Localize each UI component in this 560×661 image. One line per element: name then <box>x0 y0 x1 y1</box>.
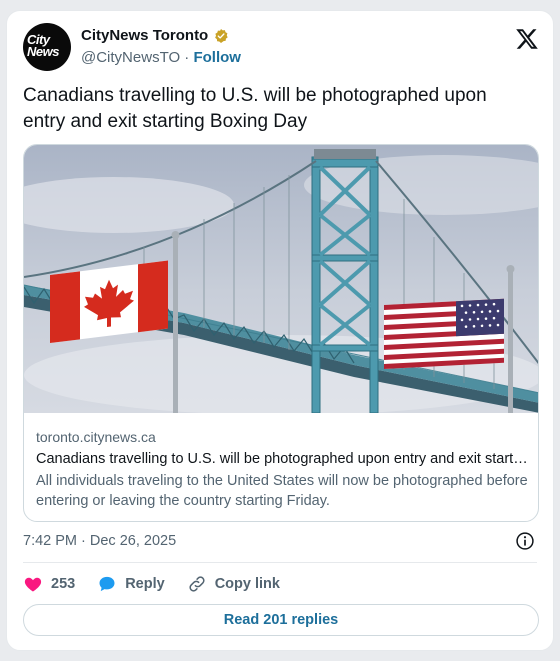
display-name[interactable]: CityNews Toronto <box>81 27 208 44</box>
action-bar: 253 Reply Copy link <box>23 572 302 596</box>
like-count: 253 <box>51 576 76 592</box>
follow-button[interactable]: Follow <box>193 49 241 66</box>
us-flag <box>384 298 504 369</box>
canada-flag <box>50 260 168 343</box>
tweet-text: Canadians travelling to U.S. will be pho… <box>23 85 487 132</box>
handle[interactable]: @CityNewsTO <box>81 49 180 66</box>
separator: · <box>180 49 194 66</box>
tweet-timestamp[interactable]: 7:42 PM · Dec 26, 2025 <box>23 533 176 549</box>
tweet-header: City News CityNews Toronto @CityNewsTO ·… <box>23 23 539 75</box>
x-logo-icon[interactable] <box>515 27 539 51</box>
tweet-card: City News CityNews Toronto @CityNewsTO ·… <box>6 10 554 651</box>
link-meta: toronto.citynews.ca Canadians travelling… <box>36 429 528 511</box>
link-domain: toronto.citynews.ca <box>36 429 156 445</box>
verified-badge-icon <box>215 28 228 43</box>
reply-label: Reply <box>125 576 165 592</box>
copy-link-label: Copy link <box>214 576 280 592</box>
copy-link-button[interactable]: Copy link <box>187 574 280 594</box>
link-icon <box>189 576 205 592</box>
read-replies-button[interactable]: Read 201 replies <box>23 604 539 636</box>
name-row: CityNews Toronto <box>81 27 229 44</box>
info-icon[interactable] <box>515 531 535 551</box>
reply-bubble-icon <box>99 576 115 592</box>
reply-button[interactable]: Reply <box>97 574 165 594</box>
article-photo[interactable] <box>24 145 539 413</box>
avatar-logo: City News <box>27 32 59 59</box>
heart-icon <box>24 577 42 592</box>
like-button[interactable]: 253 <box>23 574 75 594</box>
link-description: All individuals traveling to the United … <box>36 473 528 509</box>
link-title[interactable]: Canadians travelling to U.S. will be pho… <box>36 451 528 467</box>
link-preview-card[interactable]: toronto.citynews.ca Canadians travelling… <box>23 144 539 522</box>
divider <box>23 562 537 563</box>
handle-row: @CityNewsTO · Follow <box>81 49 241 66</box>
avatar[interactable]: City News <box>23 23 71 71</box>
